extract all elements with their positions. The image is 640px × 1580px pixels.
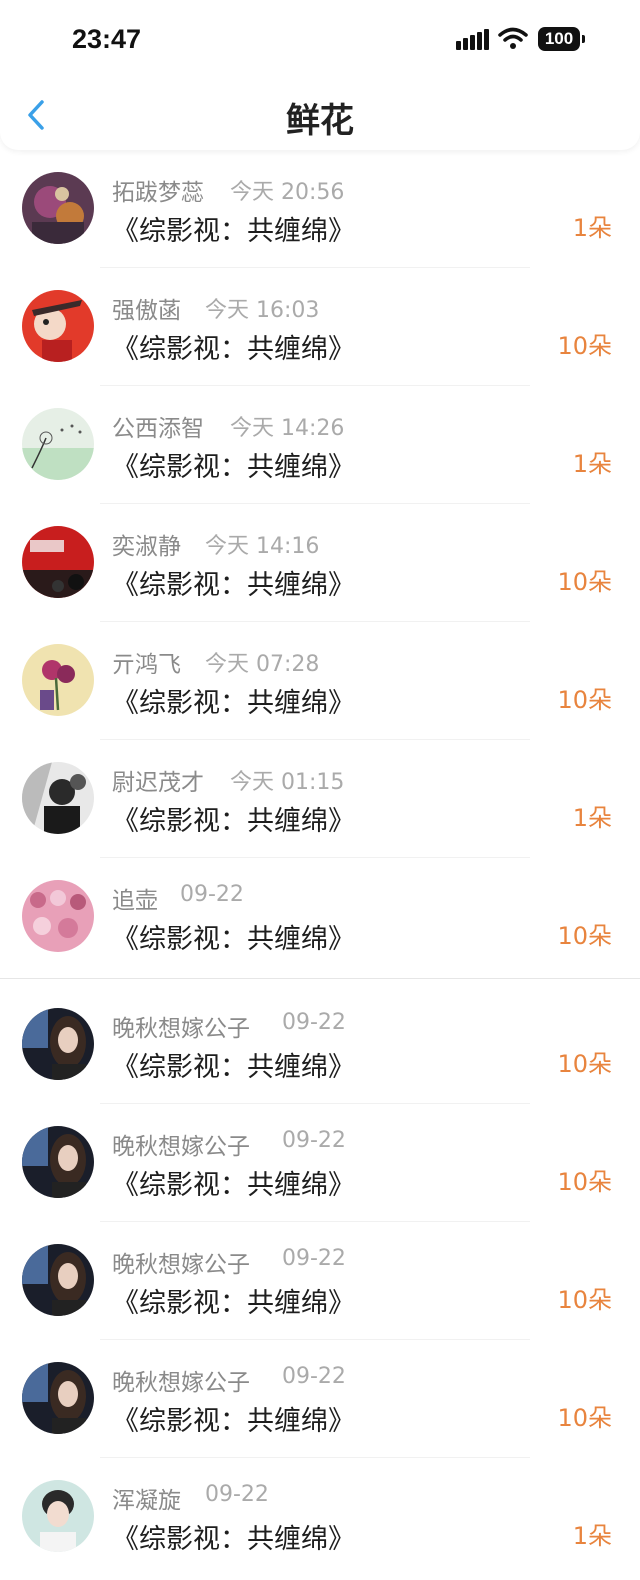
user-name: 晚秋想嫁公子 xyxy=(112,1252,250,1278)
user-name: 追壶 xyxy=(112,888,158,914)
user-name: 强傲菡 xyxy=(112,298,181,324)
book-title: 《综影视：共缠绵》 xyxy=(112,1288,355,1319)
list-item[interactable]: 晚秋想嫁公子 09-22 《综影视：共缠绵》 10朵 xyxy=(0,1340,640,1458)
page-title: 鲜花 xyxy=(286,101,354,141)
list-item[interactable]: 浑凝旋 09-22 《综影视：共缠绵》 1朵 xyxy=(0,1458,640,1576)
record-time: 今天 07:28 xyxy=(205,652,320,677)
flower-count: 1朵 xyxy=(572,214,612,242)
flower-count: 10朵 xyxy=(557,568,612,596)
book-title: 《综影视：共缠绵》 xyxy=(112,924,355,955)
record-time: 09-22 xyxy=(282,1010,346,1035)
record-time: 今天 01:15 xyxy=(230,770,345,795)
list-item[interactable]: 尉迟茂才 今天 01:15 《综影视：共缠绵》 1朵 xyxy=(0,740,640,858)
user-name: 晚秋想嫁公子 xyxy=(112,1370,250,1396)
record-time: 09-22 xyxy=(282,1364,346,1389)
record-time: 09-22 xyxy=(205,1482,269,1507)
book-title: 《综影视：共缠绵》 xyxy=(112,1406,355,1437)
flower-count: 1朵 xyxy=(572,450,612,478)
flower-record-list: 拓跋梦蕊 今天 20:56 《综影视：共缠绵》 1朵 强傲菡 今天 16:03 … xyxy=(0,150,640,1576)
list-item[interactable]: 亓鸿飞 今天 07:28 《综影视：共缠绵》 10朵 xyxy=(0,622,640,740)
avatar[interactable] xyxy=(22,1480,94,1552)
user-name: 晚秋想嫁公子 xyxy=(112,1134,250,1160)
user-name: 晚秋想嫁公子 xyxy=(112,1016,250,1042)
record-time: 09-22 xyxy=(282,1128,346,1153)
list-item[interactable]: 公西添智 今天 14:26 《综影视：共缠绵》 1朵 xyxy=(0,386,640,504)
list-item[interactable]: 强傲菡 今天 16:03 《综影视：共缠绵》 10朵 xyxy=(0,268,640,386)
user-name: 奕淑静 xyxy=(112,534,181,560)
record-time: 今天 16:03 xyxy=(205,298,320,323)
book-title: 《综影视：共缠绵》 xyxy=(112,570,355,601)
book-title: 《综影视：共缠绵》 xyxy=(112,452,355,483)
flower-count: 10朵 xyxy=(557,922,612,950)
avatar[interactable] xyxy=(22,1126,94,1198)
book-title: 《综影视：共缠绵》 xyxy=(112,216,355,247)
flower-count: 10朵 xyxy=(557,686,612,714)
list-item[interactable]: 晚秋想嫁公子 09-22 《综影视：共缠绵》 10朵 xyxy=(0,986,640,1104)
record-time: 今天 20:56 xyxy=(230,180,345,205)
list-item[interactable]: 追壶 09-22 《综影视：共缠绵》 10朵 xyxy=(0,858,640,978)
record-time: 09-22 xyxy=(282,1246,346,1271)
flower-count: 10朵 xyxy=(557,1050,612,1078)
book-title: 《综影视：共缠绵》 xyxy=(112,688,355,719)
avatar[interactable] xyxy=(22,1244,94,1316)
flower-count: 10朵 xyxy=(557,1168,612,1196)
wifi-icon xyxy=(498,26,528,50)
avatar[interactable] xyxy=(22,172,94,244)
avatar[interactable] xyxy=(22,644,94,716)
flower-count: 10朵 xyxy=(557,1286,612,1314)
section-divider xyxy=(0,978,640,986)
book-title: 《综影视：共缠绵》 xyxy=(112,1170,355,1201)
list-item[interactable]: 奕淑静 今天 14:16 《综影视：共缠绵》 10朵 xyxy=(0,504,640,622)
battery-icon: 100 xyxy=(538,27,585,51)
status-time: 23:47 xyxy=(72,24,142,54)
avatar[interactable] xyxy=(22,762,94,834)
book-title: 《综影视：共缠绵》 xyxy=(112,334,355,365)
user-name: 亓鸿飞 xyxy=(112,652,181,678)
avatar[interactable] xyxy=(22,290,94,362)
record-time: 09-22 xyxy=(180,882,244,907)
record-time: 今天 14:16 xyxy=(205,534,320,559)
user-name: 浑凝旋 xyxy=(112,1488,181,1514)
flower-count: 10朵 xyxy=(557,1404,612,1432)
book-title: 《综影视：共缠绵》 xyxy=(112,1052,355,1083)
flower-count: 1朵 xyxy=(572,1522,612,1550)
book-title: 《综影视：共缠绵》 xyxy=(112,1524,355,1555)
avatar[interactable] xyxy=(22,408,94,480)
avatar[interactable] xyxy=(22,1008,94,1080)
user-name: 拓跋梦蕊 xyxy=(112,180,204,206)
user-name: 尉迟茂才 xyxy=(112,770,204,796)
list-item[interactable]: 晚秋想嫁公子 09-22 《综影视：共缠绵》 10朵 xyxy=(0,1104,640,1222)
user-name: 公西添智 xyxy=(112,416,204,442)
avatar[interactable] xyxy=(22,880,94,952)
flower-count: 1朵 xyxy=(572,804,612,832)
record-time: 今天 14:26 xyxy=(230,416,345,441)
avatar[interactable] xyxy=(22,526,94,598)
list-item[interactable]: 拓跋梦蕊 今天 20:56 《综影视：共缠绵》 1朵 xyxy=(0,150,640,268)
list-item[interactable]: 晚秋想嫁公子 09-22 《综影视：共缠绵》 10朵 xyxy=(0,1222,640,1340)
navigation-header: 23:47 100 鲜花 xyxy=(0,0,640,150)
flower-count: 10朵 xyxy=(557,332,612,360)
book-title: 《综影视：共缠绵》 xyxy=(112,806,355,837)
avatar[interactable] xyxy=(22,1362,94,1434)
cellular-signal-icon xyxy=(456,28,490,50)
